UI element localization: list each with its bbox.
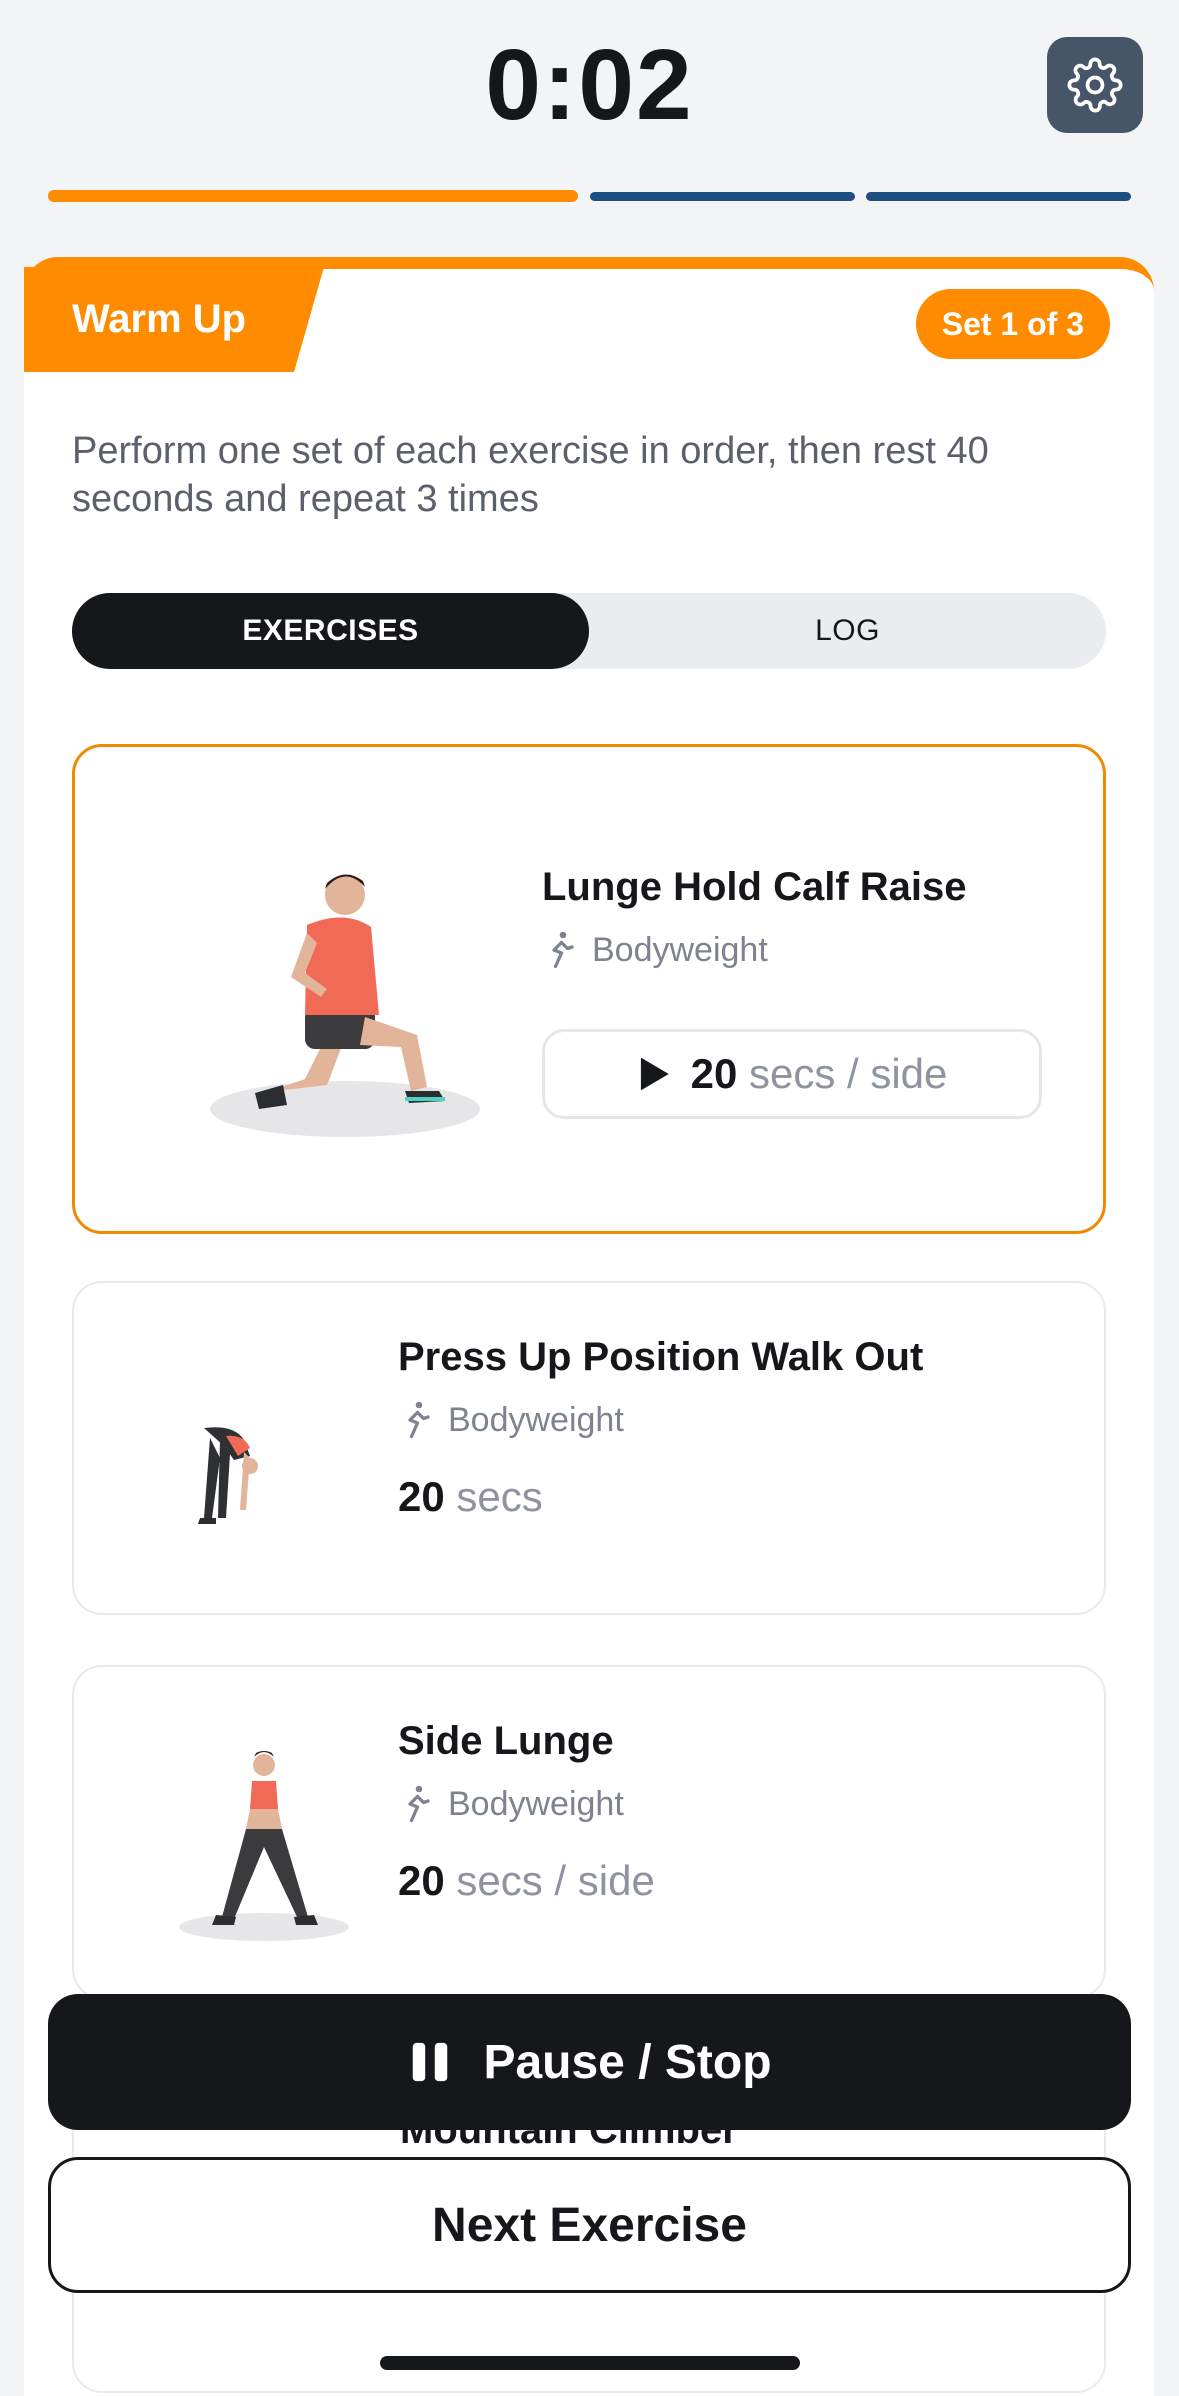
pause-stop-label: Pause / Stop bbox=[483, 2035, 772, 2089]
duration-value: 20 bbox=[398, 1473, 445, 1520]
exercise-title: Press Up Position Walk Out bbox=[398, 1335, 924, 1379]
duration-value: 20 bbox=[398, 1857, 445, 1904]
exercise-equipment: Bodyweight bbox=[542, 930, 768, 970]
progress-segment-upcoming bbox=[590, 192, 855, 201]
exercise-equipment: Bodyweight bbox=[398, 1400, 624, 1440]
duration-value: 20 bbox=[690, 1050, 738, 1097]
progress-segment-current bbox=[48, 190, 578, 202]
play-icon bbox=[640, 1057, 669, 1091]
pause-icon bbox=[413, 2042, 448, 2082]
next-exercise-label: Next Exercise bbox=[432, 2198, 747, 2252]
workout-timer: 0:02 bbox=[485, 29, 694, 141]
tab-exercises[interactable]: EXERCISES bbox=[72, 593, 589, 669]
bodyweight-icon bbox=[408, 1785, 430, 1823]
exercise-equipment-label: Bodyweight bbox=[448, 1784, 624, 1823]
bodyweight-icon bbox=[552, 931, 574, 969]
gear-icon bbox=[1067, 57, 1123, 113]
settings-button[interactable] bbox=[1047, 37, 1143, 133]
section-tag: Warm Up bbox=[24, 267, 324, 372]
exercise-title: Side Lunge bbox=[398, 1719, 614, 1763]
exercise-equipment: Bodyweight bbox=[398, 1784, 624, 1824]
view-switcher: EXERCISES LOG bbox=[72, 593, 1106, 669]
exercise-title: Lunge Hold Calf Raise bbox=[542, 865, 967, 909]
exercise-illustration-lunge bbox=[210, 874, 480, 1137]
exercise-duration: 20 secs bbox=[398, 1473, 543, 1521]
exercise-illustration-walkout bbox=[198, 1427, 258, 1524]
workout-progress bbox=[48, 190, 1131, 202]
duration-unit: secs / side bbox=[748, 1050, 948, 1097]
tab-log[interactable]: LOG bbox=[589, 593, 1106, 669]
exercise-equipment-label: Bodyweight bbox=[448, 1400, 624, 1439]
exercise-duration: 20 secs / side bbox=[398, 1857, 655, 1905]
duration-unit: secs bbox=[456, 1473, 543, 1520]
exercise-card[interactable]: Press Up Position Walk Out Bodyweight 20… bbox=[72, 1281, 1106, 1615]
exercise-duration-play[interactable]: 20 secs / side bbox=[542, 1029, 1042, 1119]
exercise-card-current[interactable]: Lunge Hold Calf Raise Bodyweight 20 secs… bbox=[72, 744, 1106, 1234]
set-badge: Set 1 of 3 bbox=[915, 289, 1110, 359]
pause-stop-button[interactable]: Pause / Stop bbox=[48, 1994, 1131, 2130]
bodyweight-icon bbox=[408, 1401, 430, 1439]
next-exercise-button[interactable]: Next Exercise bbox=[48, 2157, 1131, 2293]
exercise-illustration-side-lunge bbox=[179, 1751, 349, 1941]
duration-unit: secs / side bbox=[456, 1857, 655, 1904]
section-instructions: Perform one set of each exercise in orde… bbox=[72, 430, 989, 520]
progress-segment-upcoming bbox=[866, 192, 1131, 201]
exercise-equipment-label: Bodyweight bbox=[592, 930, 768, 969]
exercise-card[interactable]: Side Lunge Bodyweight 20 secs / side bbox=[72, 1665, 1106, 1999]
home-indicator[interactable] bbox=[380, 2356, 800, 2370]
